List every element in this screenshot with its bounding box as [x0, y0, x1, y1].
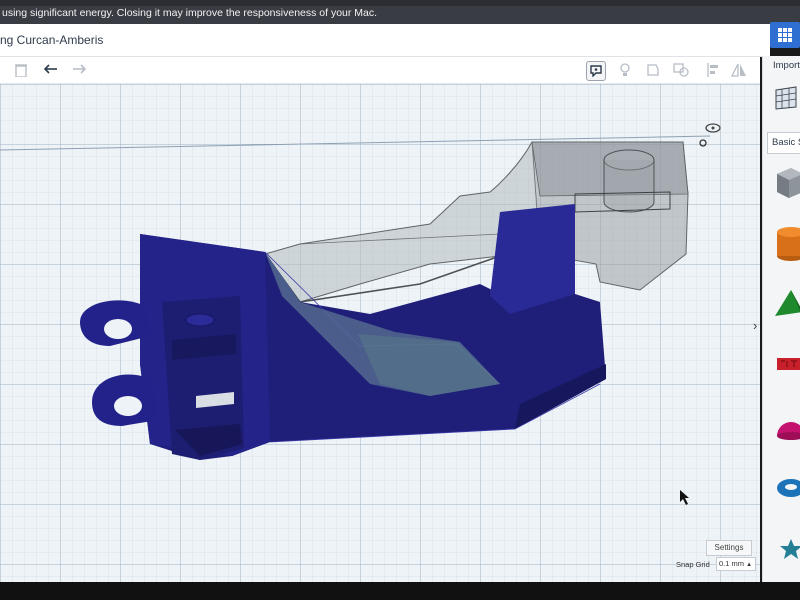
roof-shape-icon[interactable] — [775, 290, 800, 320]
shapes-panel: Import Basic S — [762, 56, 800, 600]
torus-shape-icon[interactable] — [775, 476, 800, 500]
snap-grid-label: Snap Grid — [676, 560, 710, 569]
panel-expand-chevron-icon[interactable]: › — [753, 318, 757, 333]
shape-category-dropdown[interactable]: Basic S — [767, 132, 800, 154]
snap-grid-value: 0.1 mm — [719, 559, 745, 568]
workplane-view-icon[interactable] — [773, 86, 799, 110]
note-icon[interactable] — [586, 61, 606, 81]
design-title[interactable]: ng Curcan-Amberis — [0, 33, 103, 47]
box-shape-icon[interactable] — [775, 166, 800, 200]
screen-bezel — [0, 582, 800, 600]
cylinder-shape-icon[interactable] — [775, 226, 800, 262]
app-header: ng Curcan-Amberis — [0, 24, 770, 57]
import-button[interactable]: Import — [773, 60, 800, 71]
workplane-view[interactable] — [0, 84, 760, 582]
snap-grid-dropdown[interactable]: 0.1 mm ▲ — [716, 557, 756, 571]
dropdown-arrow-icon: ▲ — [746, 562, 753, 568]
half-sphere-shape-icon[interactable] — [775, 418, 800, 442]
workplane-canvas[interactable] — [0, 84, 760, 582]
settings-button[interactable]: Settings — [706, 540, 752, 556]
group-icon[interactable] — [672, 61, 690, 79]
bulb-icon[interactable] — [616, 61, 634, 79]
edit-toolbar — [0, 57, 760, 84]
energy-warning-text: using significant energy. Closing it may… — [2, 7, 378, 19]
redo-icon[interactable] — [70, 61, 88, 79]
mirror-icon[interactable] — [730, 61, 748, 79]
text-shape-icon[interactable] — [775, 354, 800, 374]
align-icon[interactable] — [704, 61, 722, 79]
star-shape-icon[interactable] — [775, 538, 800, 560]
undo-icon[interactable] — [42, 61, 60, 79]
grid-menu-button[interactable] — [770, 22, 800, 48]
notification-bar: using significant energy. Closing it may… — [0, 0, 800, 24]
trash-icon[interactable] — [12, 61, 30, 79]
browser-tab-strip — [0, 0, 800, 6]
grid-icon — [778, 28, 792, 42]
shape-icon[interactable] — [644, 61, 662, 79]
